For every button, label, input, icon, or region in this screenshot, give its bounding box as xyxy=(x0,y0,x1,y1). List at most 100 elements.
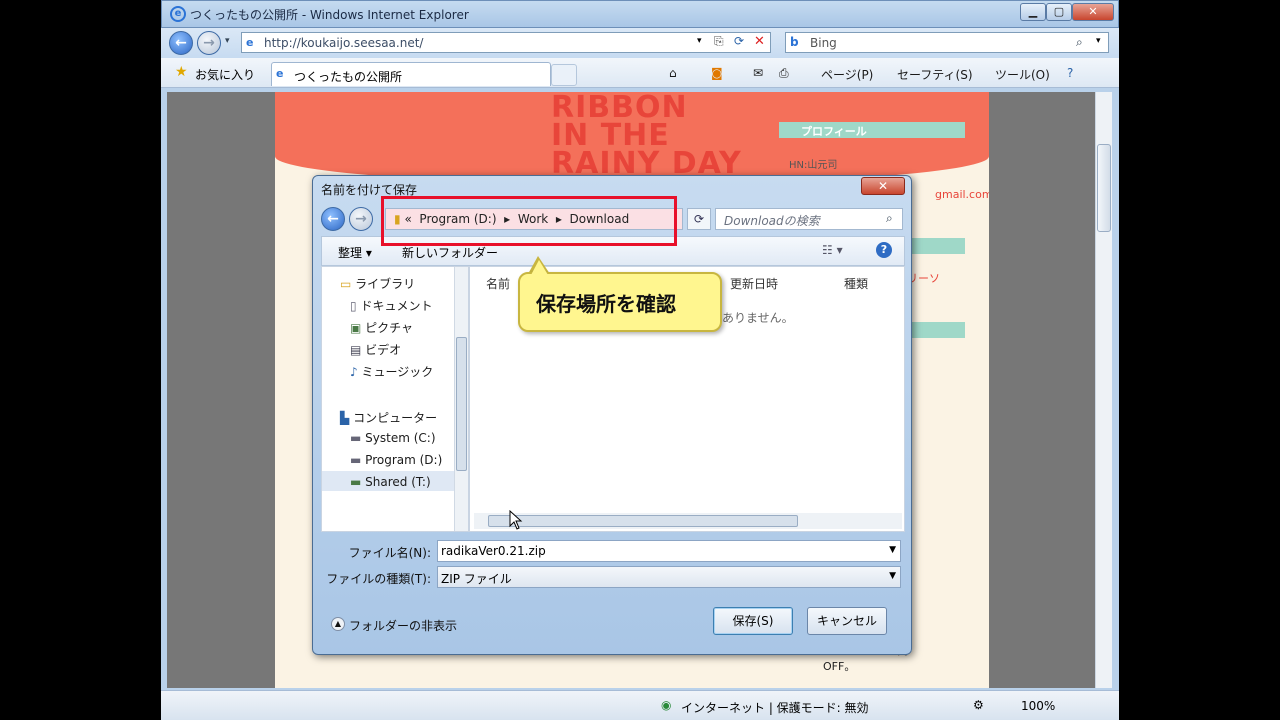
filename-value[interactable]: radikaVer0.21.zip xyxy=(441,544,546,558)
minimize-button[interactable]: ▁ xyxy=(1020,3,1046,21)
save-button[interactable]: 保存(S) xyxy=(713,607,793,635)
address-dropdown-icon[interactable]: ▾ xyxy=(697,36,702,46)
chevron-up-icon[interactable]: ▲ xyxy=(331,617,345,631)
sidebar-price: OFF。 xyxy=(823,660,856,673)
organize-button[interactable]: 整理 ▾ xyxy=(338,244,372,261)
scrollbar-thumb[interactable] xyxy=(1097,144,1111,232)
scrollbar-thumb[interactable] xyxy=(456,337,467,471)
filename-input[interactable]: radikaVer0.21.zip ▼ xyxy=(437,540,901,562)
network-drive-icon: ▬ xyxy=(350,475,362,489)
maximize-button[interactable]: ▢ xyxy=(1046,3,1072,21)
zoom-level[interactable]: 100% xyxy=(1021,699,1055,713)
forward-button[interactable]: → xyxy=(197,31,221,55)
view-options-icon[interactable]: ☷ ▾ xyxy=(822,243,843,257)
site-title-line-3: RAINY DAY xyxy=(551,146,742,181)
profile-mail[interactable]: gmail.com xyxy=(935,188,989,201)
refresh-button[interactable]: ⟳ xyxy=(687,208,711,230)
refresh-icon[interactable]: ⟳ xyxy=(734,34,744,48)
page-scrollbar[interactable] xyxy=(1095,92,1112,688)
tab-current[interactable]: e つくったもの公開所 xyxy=(271,62,551,86)
protected-mode-icon[interactable]: ⚙ xyxy=(973,698,984,712)
library-icon: ▭ xyxy=(340,277,352,291)
chevron-down-icon[interactable]: ▼ xyxy=(889,571,896,581)
navigation-pane: ▭ ライブラリ ▯ ドキュメント ▣ ピクチャ ▤ ビデオ ♪ ミュージック ▙… xyxy=(321,266,469,532)
column-name[interactable]: 名前 xyxy=(486,275,510,292)
rss-feed-icon[interactable]: ◙ xyxy=(711,66,723,80)
dialog-back-button[interactable]: ← xyxy=(321,207,345,231)
site-title: RIBBON IN THE RAINY DAY xyxy=(551,93,771,181)
hide-folders-label[interactable]: フォルダーの非表示 xyxy=(349,619,457,633)
stop-icon[interactable]: ✕ xyxy=(754,34,765,49)
dialog-forward-button[interactable]: → xyxy=(349,207,373,231)
filetype-select[interactable]: ZIP ファイル ▼ xyxy=(437,566,901,588)
profile-handle: HN:山元司 xyxy=(789,160,838,171)
picture-icon: ▣ xyxy=(350,321,362,335)
hide-folders-toggle[interactable]: ▲ フォルダーの非表示 xyxy=(331,617,457,634)
nav-pictures[interactable]: ▣ ピクチャ xyxy=(350,319,413,336)
page-menu[interactable]: ページ(P) xyxy=(821,66,873,83)
favorites-label[interactable]: お気に入り xyxy=(195,66,255,83)
chevron-down-icon[interactable]: ▼ xyxy=(889,545,896,555)
computer-icon: ▙ xyxy=(340,411,350,425)
help-icon[interactable]: ? xyxy=(876,242,892,258)
mail-icon[interactable]: ✉ xyxy=(753,66,763,80)
filename-label: ファイル名(N): xyxy=(348,546,431,560)
nav-drive-c[interactable]: ▬ System (C:) xyxy=(350,431,436,445)
tab-label: つくったもの公開所 xyxy=(294,70,403,84)
column-date[interactable]: 更新日時 xyxy=(730,275,778,292)
page-icon: e xyxy=(246,36,254,49)
address-text[interactable]: http://koukaijo.seesaa.net/ xyxy=(264,36,423,50)
column-type[interactable]: 種類 xyxy=(844,275,868,292)
nav-documents[interactable]: ▯ ドキュメント xyxy=(350,297,432,314)
home-icon[interactable]: ⌂ xyxy=(669,66,677,80)
security-zone: インターネット | 保護モード: 無効 xyxy=(681,701,869,715)
navigation-bar: ← → ▾ e http://koukaijo.seesaa.net/ ▾ ⎘ … xyxy=(161,28,1119,58)
nav-computer[interactable]: ▙ コンピューター xyxy=(340,409,437,426)
favorites-star-icon[interactable]: ★ xyxy=(175,64,188,80)
cancel-button[interactable]: キャンセル xyxy=(807,607,887,635)
nav-music[interactable]: ♪ ミュージック xyxy=(350,363,433,380)
nav-drive-t[interactable]: ▬ Shared (T:) xyxy=(350,475,431,489)
document-icon: ▯ xyxy=(350,299,357,313)
folder-search-placeholder[interactable]: Downloadの検索 xyxy=(724,212,820,229)
nav-scrollbar[interactable] xyxy=(454,267,468,531)
ie-logo-icon: e xyxy=(170,6,186,22)
nav-libraries[interactable]: ▭ ライブラリ xyxy=(340,275,415,292)
filetype-label: ファイルの種類(T): xyxy=(326,572,431,586)
tab-page-icon: e xyxy=(276,67,284,80)
nav-drive-d[interactable]: ▬ Program (D:) xyxy=(350,453,442,467)
search-icon[interactable]: ⌕ xyxy=(1076,35,1083,50)
title-bar: e つくったもの公開所 - Windows Internet Explorer … xyxy=(161,0,1119,28)
dialog-close-button[interactable]: ✕ xyxy=(861,177,905,195)
close-button[interactable]: ✕ xyxy=(1072,3,1114,21)
callout: 保存場所を確認 xyxy=(518,272,722,332)
profile-label: プロフィール xyxy=(801,125,867,138)
back-button[interactable]: ← xyxy=(169,31,193,55)
search-box[interactable]: b Bing ⌕ ▾ xyxy=(785,32,1109,53)
nav-videos[interactable]: ▤ ビデオ xyxy=(350,341,401,358)
search-icon[interactable]: ⌕ xyxy=(886,211,893,226)
horizontal-scrollbar[interactable] xyxy=(474,513,902,529)
folder-search-input[interactable]: Downloadの検索 ⌕ xyxy=(715,208,903,230)
callout-text: 保存場所を確認 xyxy=(536,292,676,316)
video-icon: ▤ xyxy=(350,343,362,357)
scrollbar-thumb[interactable] xyxy=(488,515,798,527)
callout-tail-fill xyxy=(531,260,548,275)
recent-pages-dropdown-icon[interactable]: ▾ xyxy=(225,36,230,46)
tools-menu[interactable]: ツール(O) xyxy=(995,66,1050,83)
help-icon[interactable]: ? xyxy=(1067,66,1073,80)
compat-view-icon[interactable]: ⎘ xyxy=(714,34,724,49)
new-tab-button[interactable] xyxy=(551,64,577,86)
new-folder-button[interactable]: 新しいフォルダー xyxy=(402,244,498,261)
filetype-value[interactable]: ZIP ファイル xyxy=(441,570,512,587)
save-as-dialog: 名前を付けて保存 ✕ ← → ▮ « Program (D:) ▸ Work ▸… xyxy=(312,175,912,655)
globe-icon: ◉ xyxy=(661,698,672,712)
bing-logo-icon: b xyxy=(790,35,799,49)
address-bar[interactable]: e http://koukaijo.seesaa.net/ ▾ ⎘ ⟳ ✕ xyxy=(241,32,771,53)
print-icon[interactable]: ⎙ xyxy=(779,66,789,81)
search-options-icon[interactable]: ▾ xyxy=(1096,36,1101,46)
empty-folder-message: ありません。 xyxy=(722,311,794,325)
safety-menu[interactable]: セーフティ(S) xyxy=(897,66,973,83)
search-placeholder[interactable]: Bing xyxy=(810,36,837,50)
mouse-cursor-icon xyxy=(509,510,523,530)
